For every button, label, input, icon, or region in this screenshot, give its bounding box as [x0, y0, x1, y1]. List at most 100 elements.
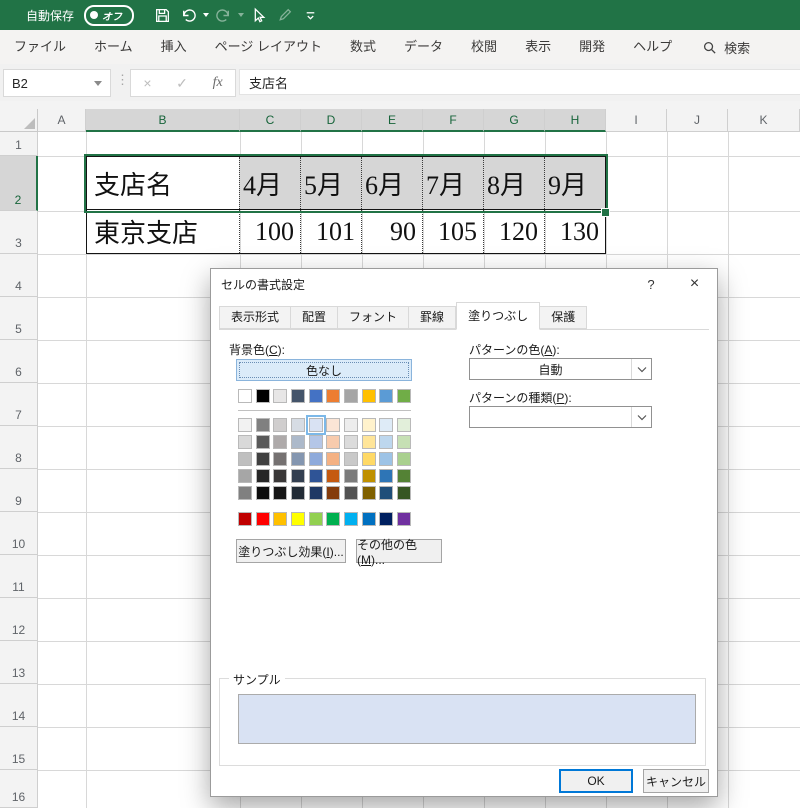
row-header-6[interactable]: 6	[0, 340, 38, 383]
row-header-16[interactable]: 16	[0, 770, 38, 808]
color-swatch-theme-0[interactable]	[238, 389, 252, 403]
dialog-tab-保護[interactable]: 保護	[540, 306, 588, 329]
row-header-9[interactable]: 9	[0, 469, 38, 512]
color-swatch-variants-4-4[interactable]	[308, 486, 323, 500]
color-swatch-standard-2[interactable]	[273, 512, 288, 526]
color-swatch-variants-1-0[interactable]	[238, 435, 252, 449]
table-data-cell[interactable]: 120	[483, 210, 544, 253]
color-swatch-variants-0-6[interactable]	[343, 418, 358, 432]
color-swatch-variants-1-4[interactable]	[308, 435, 323, 449]
dialog-tab-罫線[interactable]: 罫線	[409, 306, 457, 329]
color-swatch-variants-1-7[interactable]	[361, 435, 376, 449]
dialog-close-icon[interactable]: ×	[672, 269, 717, 299]
pattern-color-select[interactable]: 自動	[469, 358, 652, 380]
color-swatch-standard-0[interactable]	[238, 512, 252, 526]
color-swatch-theme-8[interactable]	[379, 389, 394, 403]
color-swatch-variants-1-5[interactable]	[326, 435, 341, 449]
more-colors-button[interactable]: その他の色(M)...	[356, 538, 442, 567]
pattern-type-select[interactable]	[469, 406, 652, 428]
column-header-H[interactable]: H	[545, 109, 606, 132]
color-swatch-variants-3-0[interactable]	[238, 469, 252, 483]
no-fill-button[interactable]: 色なし	[236, 359, 412, 381]
row-header-3[interactable]: 3	[0, 211, 38, 254]
color-swatch-variants-3-4[interactable]	[308, 469, 323, 483]
dialog-help-icon[interactable]: ?	[636, 269, 666, 299]
row-header-7[interactable]: 7	[0, 383, 38, 426]
formula-input[interactable]: 支店名	[239, 69, 800, 95]
color-swatch-variants-1-3[interactable]	[290, 435, 305, 449]
row-header-13[interactable]: 13	[0, 641, 38, 684]
color-swatch-variants-0-2[interactable]	[273, 418, 288, 432]
dialog-tab-表示形式[interactable]: 表示形式	[219, 306, 292, 329]
color-swatch-standard-5[interactable]	[326, 512, 341, 526]
color-swatch-variants-1-6[interactable]	[343, 435, 358, 449]
ok-button[interactable]: OK	[559, 769, 633, 793]
row-header-12[interactable]: 12	[0, 598, 38, 641]
color-swatch-variants-2-7[interactable]	[361, 452, 376, 466]
table-data-cell[interactable]: 101	[300, 210, 361, 253]
name-box[interactable]: B2	[3, 69, 111, 97]
color-swatch-standard-4[interactable]	[308, 512, 323, 526]
dialog-tab-配置[interactable]: 配置	[291, 306, 339, 329]
color-swatch-standard-6[interactable]	[343, 512, 358, 526]
color-swatch-theme-9[interactable]	[396, 389, 411, 403]
color-swatch-variants-2-4[interactable]	[308, 452, 323, 466]
color-swatch-theme-2[interactable]	[273, 389, 288, 403]
column-header-D[interactable]: D	[301, 109, 362, 132]
color-swatch-variants-0-1[interactable]	[255, 418, 270, 432]
formula-bar-grip[interactable]: ⋮	[116, 72, 129, 88]
color-swatch-variants-2-9[interactable]	[396, 452, 411, 466]
table-header-cell[interactable]: 5月	[300, 157, 361, 209]
color-swatch-theme-3[interactable]	[290, 389, 305, 403]
ribbon-tab-7[interactable]: 校閲	[457, 30, 511, 64]
color-swatch-variants-3-3[interactable]	[290, 469, 305, 483]
column-header-I[interactable]: I	[606, 109, 667, 132]
color-swatch-theme-7[interactable]	[361, 389, 376, 403]
color-swatch-variants-4-8[interactable]	[379, 486, 394, 500]
fill-effects-button[interactable]: 塗りつぶし効果(I)...	[236, 539, 346, 563]
qat-customize-icon[interactable]	[298, 3, 322, 27]
column-header-J[interactable]: J	[667, 109, 728, 132]
dialog-tab-フォント[interactable]: フォント	[338, 306, 410, 329]
color-swatch-variants-0-4[interactable]	[305, 415, 326, 435]
save-icon[interactable]	[150, 3, 174, 27]
ribbon-tab-6[interactable]: データ	[390, 30, 457, 64]
column-header-E[interactable]: E	[362, 109, 423, 132]
table-header-cell[interactable]: 7月	[422, 157, 483, 209]
color-swatch-theme-1[interactable]	[255, 389, 270, 403]
row-header-1[interactable]: 1	[0, 132, 38, 156]
column-header-F[interactable]: F	[423, 109, 484, 132]
chevron-down-icon[interactable]	[631, 407, 651, 427]
cell-B3[interactable]: 東京支店	[87, 210, 239, 253]
row-header-4[interactable]: 4	[0, 254, 38, 297]
column-header-A[interactable]: A	[38, 109, 86, 132]
color-swatch-variants-0-0[interactable]	[238, 418, 252, 432]
row-header-14[interactable]: 14	[0, 684, 38, 727]
cancel-button[interactable]: キャンセル	[643, 769, 709, 793]
table-header-cell[interactable]: 9月	[544, 157, 605, 209]
color-swatch-variants-0-8[interactable]	[379, 418, 394, 432]
row-header-8[interactable]: 8	[0, 426, 38, 469]
insert-function-icon[interactable]: fx	[213, 75, 223, 91]
color-swatch-variants-2-2[interactable]	[273, 452, 288, 466]
color-swatch-variants-4-5[interactable]	[326, 486, 341, 500]
row-header-5[interactable]: 5	[0, 297, 38, 340]
ribbon-tab-9[interactable]: 開発	[565, 30, 619, 64]
color-swatch-standard-8[interactable]	[379, 512, 394, 526]
ribbon-tab-8[interactable]: 表示	[511, 30, 565, 64]
row-header-2[interactable]: 2	[0, 156, 38, 211]
color-swatch-standard-1[interactable]	[255, 512, 270, 526]
select-all-corner[interactable]	[0, 109, 38, 132]
color-swatch-variants-0-7[interactable]	[361, 418, 376, 432]
color-swatch-variants-1-1[interactable]	[255, 435, 270, 449]
chevron-down-icon[interactable]	[631, 359, 651, 379]
column-header-G[interactable]: G	[484, 109, 545, 132]
ribbon-tab-10[interactable]: ヘルプ	[619, 30, 686, 64]
color-swatch-variants-4-9[interactable]	[396, 486, 411, 500]
table-data-cell[interactable]: 130	[544, 210, 605, 253]
color-swatch-variants-3-8[interactable]	[379, 469, 394, 483]
color-swatch-variants-4-6[interactable]	[343, 486, 358, 500]
select-cursor-icon[interactable]	[246, 3, 270, 27]
color-swatch-variants-4-0[interactable]	[238, 486, 252, 500]
ribbon-tab-4[interactable]: ページ レイアウト	[201, 30, 336, 64]
